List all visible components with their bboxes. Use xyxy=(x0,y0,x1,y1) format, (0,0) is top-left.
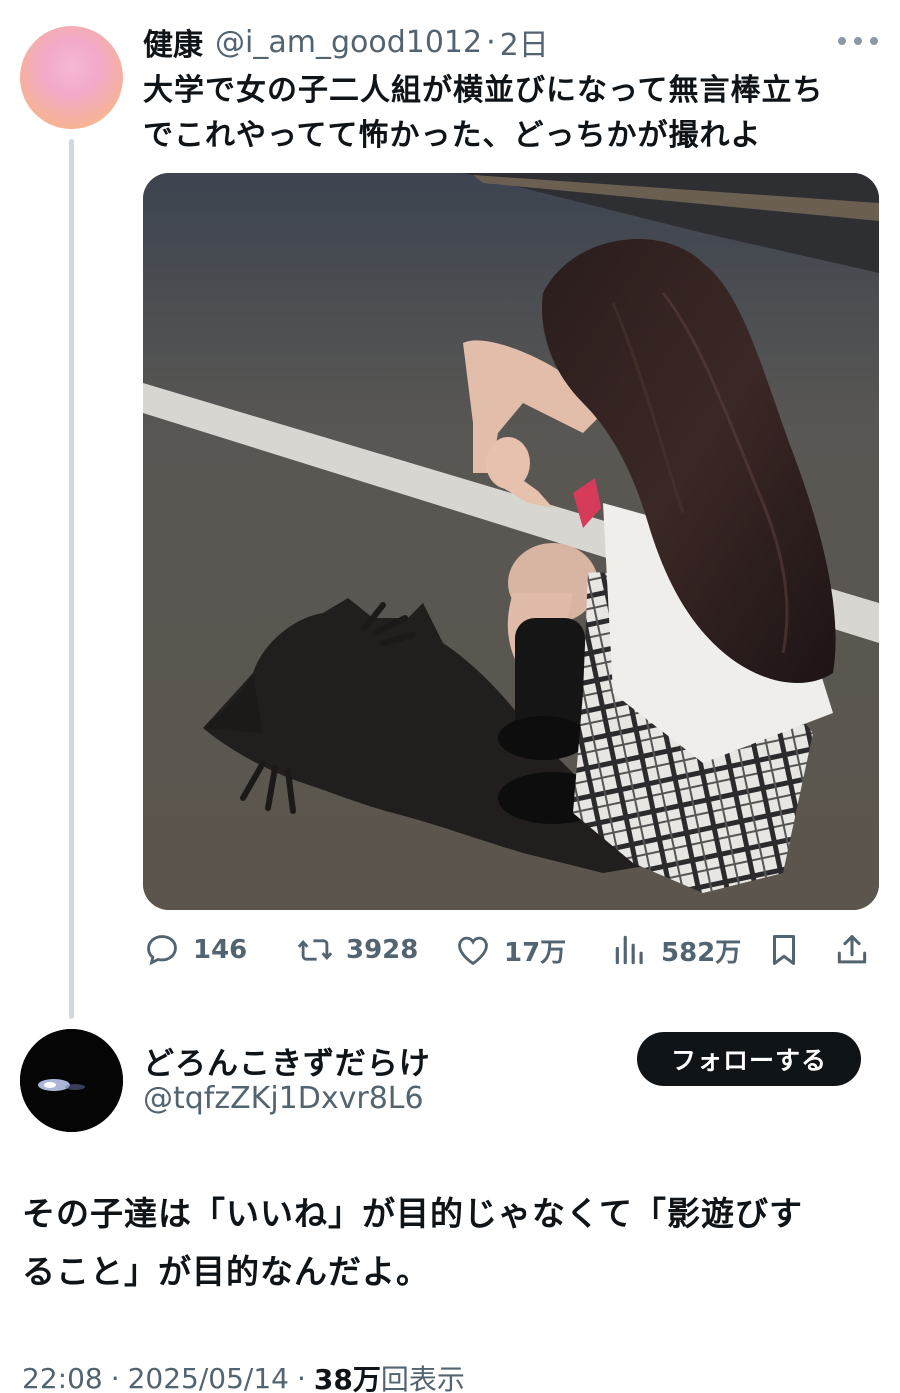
share-button[interactable] xyxy=(833,925,883,975)
separator-dot: · xyxy=(297,1361,306,1393)
reply-text-line: ること」が目的なんだよ。 xyxy=(22,1252,430,1291)
views-count: 582万 xyxy=(661,937,742,968)
retweet-count: 3928 xyxy=(346,935,419,965)
retweet-icon xyxy=(297,939,333,961)
retweet-button[interactable]: 3928 xyxy=(296,925,418,975)
author-handle[interactable]: @i_am_good1012 xyxy=(215,25,482,60)
reply-button[interactable]: 146 xyxy=(143,925,247,975)
photo-illustration xyxy=(143,173,879,910)
reply-time[interactable]: 22:08 xyxy=(22,1362,103,1393)
views-button[interactable]: 582万 xyxy=(611,925,741,975)
tweet-text-line: でこれやってて怖かった、どっちかが撮れよ xyxy=(143,118,762,153)
like-button[interactable]: 17万 xyxy=(454,925,566,975)
tweet-time[interactable]: 2日 xyxy=(500,20,549,64)
author-name[interactable]: 健康 xyxy=(143,20,203,64)
reply-count: 146 xyxy=(193,935,248,965)
reply-text-line: その子達は「いいね」が目的じゃなくて「影遊びす xyxy=(22,1194,804,1233)
share-icon xyxy=(837,935,867,964)
tweet-photo[interactable] xyxy=(143,173,879,910)
reply-views-label: 回表示 xyxy=(380,1363,465,1393)
reply-icon xyxy=(147,935,177,966)
reply-views-count: 38万 xyxy=(313,1363,381,1393)
reply-text: その子達は「いいね」が目的じゃなくて「影遊びす ること」が目的なんだよ。 xyxy=(22,1185,882,1301)
bookmark-icon xyxy=(772,935,796,965)
reply-author-avatar[interactable] xyxy=(20,1029,123,1132)
separator-dot: · xyxy=(110,1361,120,1393)
tweet-text-line: 大学で女の子二人組が横並びになって無言棒立ち xyxy=(143,73,824,108)
author-avatar[interactable] xyxy=(20,26,123,129)
tweet-header: 健康 @i_am_good1012 · 2日 xyxy=(143,20,549,64)
heart-icon xyxy=(458,936,488,966)
bookmark-button[interactable] xyxy=(765,925,815,975)
thread-connector-line xyxy=(69,139,74,1019)
avatar-image xyxy=(20,1029,123,1132)
tweet-text: 大学で女の子二人組が横並びになって無言棒立ち でこれやってて怖かった、どっちかが… xyxy=(143,68,883,158)
more-dots-icon[interactable] xyxy=(838,26,878,56)
separator-dot: · xyxy=(486,24,496,60)
reply-metadata: 22:08 · 2025/05/14 · 38万 回表示 xyxy=(22,1358,465,1393)
like-count: 17万 xyxy=(504,937,567,968)
follow-button[interactable]: フォローする xyxy=(637,1032,861,1086)
views-chart-icon xyxy=(615,935,643,965)
reply-author-name[interactable]: どろんこきずだらけ xyxy=(143,1038,431,1083)
reply-author-handle[interactable]: @tqfzZKj1Dxvr8L6 xyxy=(143,1081,424,1116)
reply-date[interactable]: 2025/05/14 xyxy=(128,1362,289,1393)
tweet-actions: 146 3928 17万 582万 xyxy=(143,925,883,975)
